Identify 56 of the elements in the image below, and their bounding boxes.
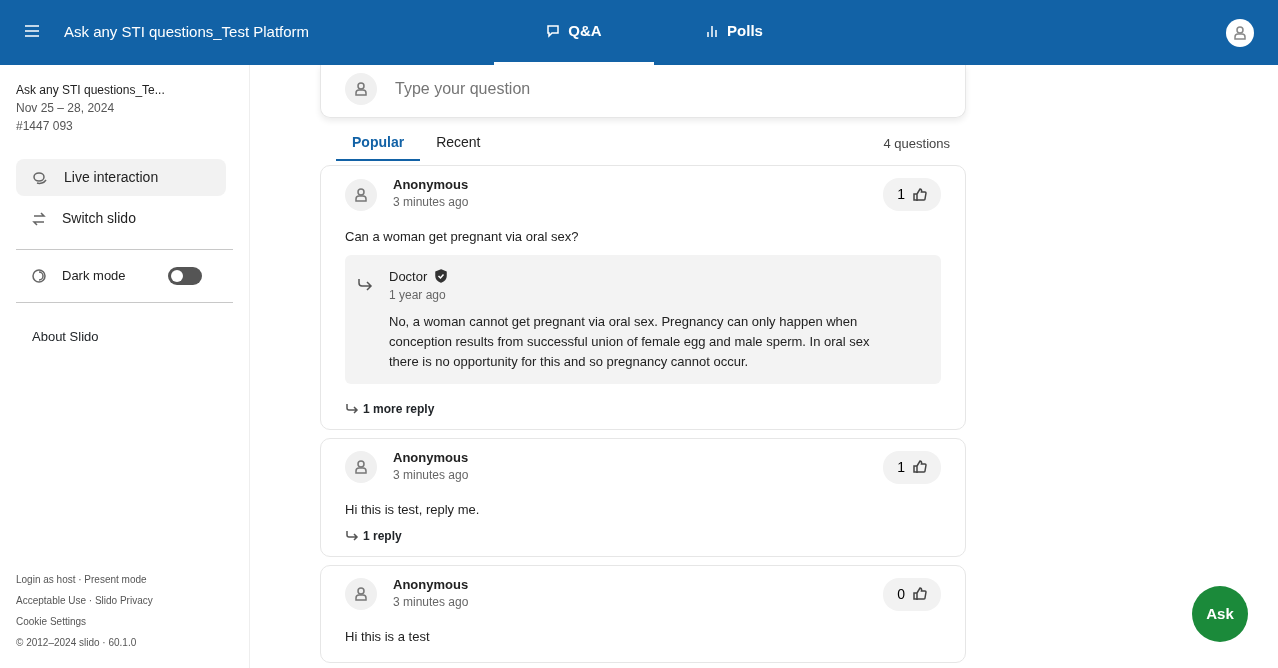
- sort-tab[interactable]: Popular: [336, 126, 421, 161]
- question-input[interactable]: Type your question: [320, 65, 966, 118]
- post-time: 3 minutes ago: [393, 466, 470, 484]
- person-icon: [1232, 24, 1248, 41]
- post-time: 3 minutes ago: [393, 593, 470, 611]
- footer-link[interactable]: © 2012–2024 slido · 60.1.0: [16, 635, 233, 650]
- replies-link[interactable]: 1 reply: [345, 527, 402, 546]
- chat-icon: [32, 170, 48, 185]
- footer-link[interactable]: Cookie Settings: [16, 614, 233, 629]
- chat-icon: [546, 24, 561, 38]
- thumbs-up-icon: [913, 187, 927, 202]
- moon-icon: [32, 268, 46, 283]
- like-button[interactable]: 0: [883, 577, 941, 611]
- question-count: 4 questions: [883, 134, 950, 153]
- ask-button[interactable]: Ask: [1192, 586, 1248, 642]
- bar-chart-icon: [705, 24, 720, 38]
- thumbs-up-icon: [913, 460, 927, 475]
- person-icon: [353, 586, 369, 603]
- like-button[interactable]: 1: [883, 178, 941, 211]
- reply-text: No, a woman cannot get pregnant via oral sex. Pregnancy can only happen when conception results from successful union of female egg and male sperm. In oral sex there is no opportunity for this and so pregnancy cannot occur.: [389, 313, 871, 372]
- nav-tab[interactable]: Q&A: [494, 0, 654, 65]
- dark-mode-toggle[interactable]: [168, 266, 202, 285]
- replies-link[interactable]: 1 more reply: [345, 400, 435, 419]
- question-text: Can a woman get pregnant via oral sex?: [345, 228, 580, 246]
- sidebar-item[interactable]: Live interaction: [16, 159, 226, 196]
- footer-link[interactable]: Login as host · Present mode: [16, 572, 233, 587]
- nav-tab[interactable]: Polls: [654, 0, 814, 65]
- author-name: Anonymous: [393, 578, 470, 593]
- app-title: Ask any STI questions_Test Platform: [64, 22, 311, 43]
- person-icon: [353, 186, 369, 203]
- reply-arrow-icon: [345, 530, 359, 543]
- user-avatar[interactable]: [1226, 18, 1254, 47]
- about-link[interactable]: About Slido: [16, 310, 233, 362]
- person-icon: [353, 81, 369, 97]
- reply-arrow-icon: [345, 403, 359, 416]
- thumbs-up-icon: [913, 587, 927, 602]
- question-text: Hi this is a test: [345, 627, 431, 646]
- sort-tab[interactable]: Recent: [420, 126, 497, 161]
- post-time: 1 year ago: [389, 287, 447, 304]
- menu-icon: [24, 23, 40, 38]
- question-text: Hi this is test, reply me.: [345, 500, 481, 519]
- swap-icon: [32, 211, 46, 226]
- setting-label: Dark mode: [62, 267, 127, 285]
- post-time: 3 minutes ago: [393, 193, 470, 211]
- author-name: Anonymous: [393, 451, 470, 466]
- author-name: Anonymous: [393, 178, 470, 193]
- text-input[interactable]: Type your question: [393, 76, 941, 102]
- author-name: Doctor: [389, 267, 428, 286]
- like-button[interactable]: 1: [883, 450, 941, 484]
- event-dates: Nov 25 – 28, 2024: [16, 100, 116, 117]
- footer-link[interactable]: Acceptable Use · Slido Privacy: [16, 593, 233, 608]
- sidebar-item[interactable]: Switch slido: [16, 200, 226, 237]
- event-code: #1447 093: [16, 118, 74, 135]
- reply-arrow-icon: [357, 276, 373, 291]
- person-icon: [353, 459, 369, 476]
- event-name: Ask any STI questions_Te...: [16, 82, 166, 99]
